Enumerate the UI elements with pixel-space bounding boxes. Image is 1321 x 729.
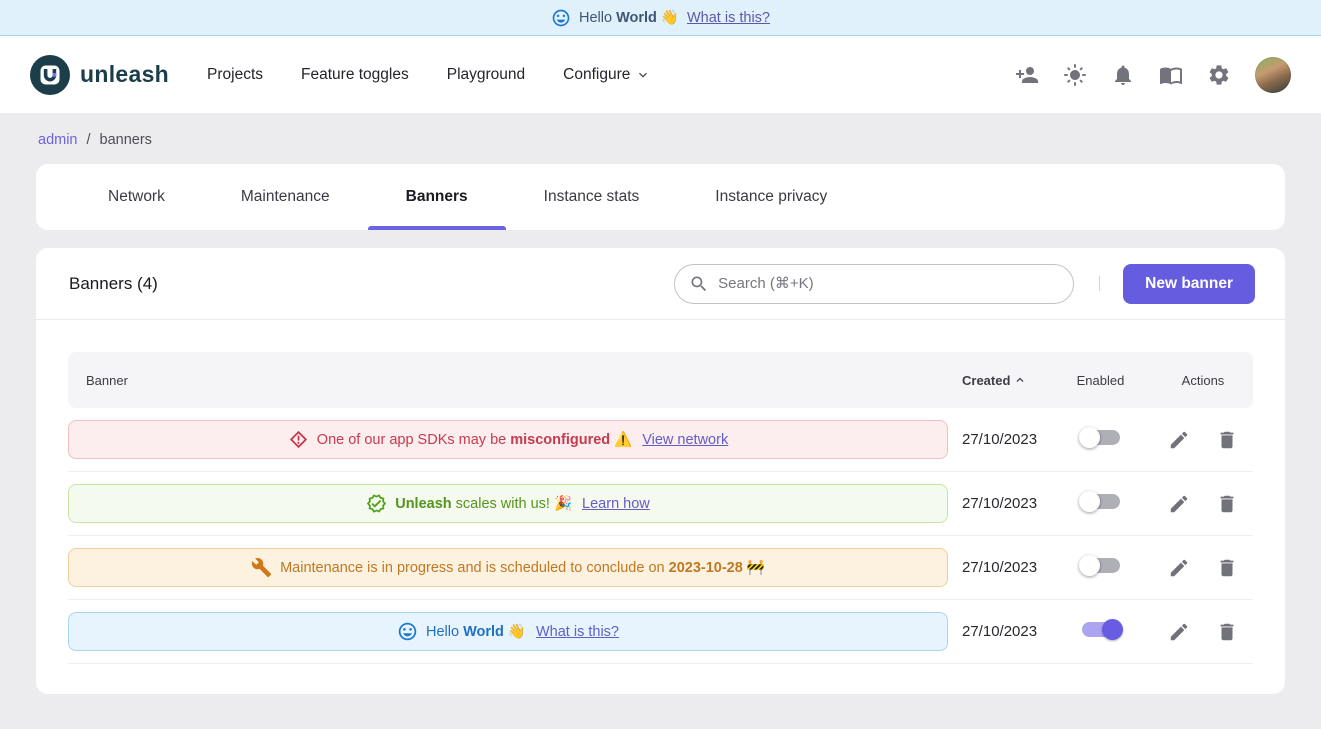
tab-maintenance[interactable]: Maintenance: [203, 164, 368, 230]
search-icon: [689, 274, 709, 294]
banner-preview-info: Hello World 👋 What is this?: [68, 612, 948, 651]
edit-pencil-icon[interactable]: [1168, 493, 1190, 515]
enabled-toggle[interactable]: [1079, 617, 1123, 641]
column-created-sort[interactable]: Created: [948, 373, 1048, 388]
banner-preview-success: Unleash scales with us! 🎉 Learn how: [68, 484, 948, 523]
main-nav: Projects Feature toggles Playground Conf…: [207, 66, 651, 84]
edit-pencil-icon[interactable]: [1168, 557, 1190, 579]
table-row: Unleash scales with us! 🎉 Learn how 27/1…: [68, 472, 1253, 536]
enabled-toggle[interactable]: [1079, 553, 1123, 577]
theme-toggle-sun-icon[interactable]: [1063, 63, 1087, 87]
breadcrumb: admin / banners: [0, 113, 1321, 164]
user-avatar[interactable]: [1255, 57, 1291, 93]
banner-message: Maintenance is in progress and is schedu…: [280, 559, 765, 576]
tab-instance-privacy[interactable]: Instance privacy: [677, 164, 865, 230]
add-user-icon[interactable]: [1015, 63, 1039, 87]
nav-configure[interactable]: Configure: [563, 66, 651, 84]
banners-panel: Banners (4) New banner Banner Created En…: [36, 248, 1285, 694]
site-banner-text: Hello World 👋: [579, 9, 679, 26]
header-divider: [1099, 276, 1100, 291]
docs-book-icon[interactable]: [1159, 63, 1183, 87]
edit-pencil-icon[interactable]: [1168, 429, 1190, 451]
table-row: One of our app SDKs may be misconfigured…: [68, 408, 1253, 472]
tab-network[interactable]: Network: [70, 164, 203, 230]
nav-projects[interactable]: Projects: [207, 66, 263, 84]
banners-table: Banner Created Enabled Actions One of ou…: [36, 320, 1285, 664]
created-date: 27/10/2023: [948, 495, 1048, 512]
created-date: 27/10/2023: [948, 559, 1048, 576]
column-enabled: Enabled: [1077, 373, 1125, 388]
panel-header: Banners (4) New banner: [36, 248, 1285, 320]
tab-instance-stats[interactable]: Instance stats: [506, 164, 678, 230]
created-date: 27/10/2023: [948, 431, 1048, 448]
enabled-toggle[interactable]: [1079, 489, 1123, 513]
banner-preview-warning: Maintenance is in progress and is schedu…: [68, 548, 948, 587]
enabled-toggle[interactable]: [1079, 425, 1123, 449]
banner-link[interactable]: What is this?: [536, 624, 619, 640]
delete-trash-icon[interactable]: [1216, 429, 1238, 451]
header-actions: [1015, 57, 1291, 93]
tab-banners[interactable]: Banners: [368, 164, 506, 230]
notifications-bell-icon[interactable]: [1111, 63, 1135, 87]
delete-trash-icon[interactable]: [1216, 557, 1238, 579]
chevron-down-icon: [635, 67, 651, 83]
error-diamond-icon: [288, 429, 309, 450]
smiley-icon: [551, 8, 571, 28]
nav-feature-toggles[interactable]: Feature toggles: [301, 66, 409, 84]
brand-name: unleash: [80, 61, 169, 88]
verified-badge-icon: [366, 493, 387, 514]
wrench-icon: [251, 557, 272, 578]
banner-message: One of our app SDKs may be misconfigured…: [317, 431, 632, 448]
nav-playground[interactable]: Playground: [447, 66, 525, 84]
banner-link[interactable]: Learn how: [582, 496, 650, 512]
banner-link[interactable]: View network: [642, 432, 728, 448]
table-header-row: Banner Created Enabled Actions: [68, 352, 1253, 408]
breadcrumb-banners: banners: [100, 132, 152, 148]
breadcrumb-separator: /: [87, 132, 91, 148]
app-header: unleash Projects Feature toggles Playgro…: [0, 36, 1321, 113]
created-date: 27/10/2023: [948, 623, 1048, 640]
delete-trash-icon[interactable]: [1216, 493, 1238, 515]
site-banner-link[interactable]: What is this?: [687, 10, 770, 26]
smiley-icon: [397, 621, 418, 642]
delete-trash-icon[interactable]: [1216, 621, 1238, 643]
column-banner: Banner: [68, 373, 948, 388]
banner-preview-error: One of our app SDKs may be misconfigured…: [68, 420, 948, 459]
banner-message: Hello World 👋: [426, 623, 526, 640]
new-banner-button[interactable]: New banner: [1123, 264, 1255, 304]
edit-pencil-icon[interactable]: [1168, 621, 1190, 643]
sort-asc-icon: [1013, 373, 1027, 387]
page-title: Banners (4): [69, 274, 158, 294]
banner-message: Unleash scales with us! 🎉: [395, 495, 572, 512]
search-box: [674, 264, 1074, 304]
search-input[interactable]: [718, 275, 1059, 292]
breadcrumb-admin[interactable]: admin: [38, 132, 78, 148]
site-banner: Hello World 👋 What is this?: [0, 0, 1321, 36]
table-row: Maintenance is in progress and is schedu…: [68, 536, 1253, 600]
table-row: Hello World 👋 What is this? 27/10/2023: [68, 600, 1253, 664]
column-actions: Actions: [1182, 373, 1225, 388]
unleash-logo[interactable]: unleash: [30, 55, 169, 95]
settings-tabs: Network Maintenance Banners Instance sta…: [36, 164, 1285, 230]
unleash-logo-icon: [30, 55, 70, 95]
settings-gear-icon[interactable]: [1207, 63, 1231, 87]
